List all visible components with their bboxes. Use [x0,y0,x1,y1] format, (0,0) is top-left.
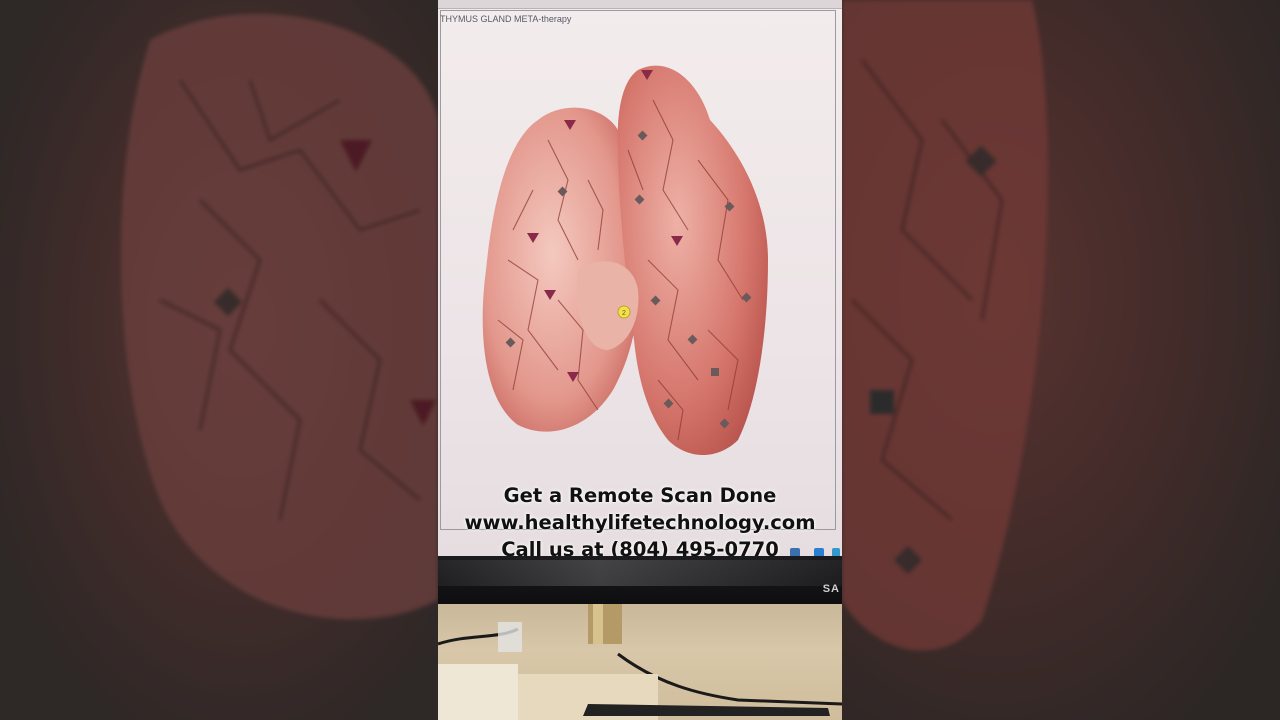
video-frame: THYMUS GLAND META-therapy 2 Get a Remote… [438,0,842,720]
monitor-screen: THYMUS GLAND META-therapy 2 [438,0,842,560]
thymus-illustration: 2 [482,65,768,455]
caption-website: www.healthylifetechnology.com [464,511,816,534]
caption-headline: Get a Remote Scan Done [503,484,777,507]
device-box [438,664,518,720]
thymus-right-lobe [617,65,768,455]
highlighted-marker-label: 2 [622,310,626,317]
monitor-brand-logo: SA [822,583,840,595]
blurred-background-left [0,0,438,720]
desk-surface [438,604,842,720]
monitor-base [583,704,830,716]
bezel-reflection [438,560,842,586]
blurred-background-right [842,0,1280,720]
jar [498,622,522,652]
